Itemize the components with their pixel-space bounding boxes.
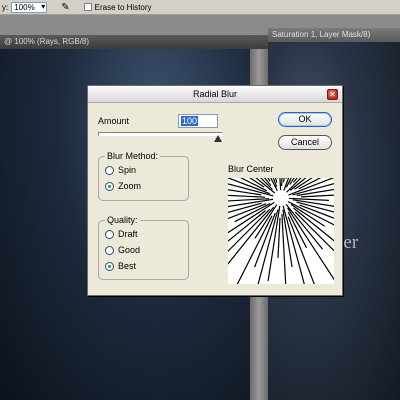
document-title-left[interactable]: @ 100% (Rays, RGB/8) [0,35,268,49]
blur-method-spin-option[interactable]: Spin [105,165,136,175]
opacity-label: y: [2,2,9,12]
amount-input[interactable]: 100 [178,114,218,128]
radio-best[interactable] [105,261,114,271]
amount-slider-track[interactable] [98,132,223,136]
airbrush-icon[interactable]: ✎ [61,2,69,13]
blur-streak [225,194,266,198]
amount-value: 100 [181,116,199,126]
radio-zoom[interactable] [105,181,114,191]
best-label: Best [118,261,137,271]
cancel-button[interactable]: Cancel [278,135,332,150]
document-title-right[interactable]: Saturation 1, Layer Mask/8) [268,28,400,42]
zoom-label: Zoom [118,181,142,191]
blur-streak [228,215,273,300]
radio-spin[interactable] [105,165,114,175]
blur-center-preview[interactable] [153,70,400,319]
opacity-select[interactable]: 100% [11,1,48,13]
close-icon[interactable]: ✕ [327,89,338,100]
quality-good-option[interactable]: Good [105,245,140,255]
blur-method-group: Blur Method: Spin Zoom [98,151,189,201]
quality-draft-option[interactable]: Draft [105,229,138,239]
good-label: Good [118,245,141,255]
quality-group: Quality: Draft Good Best [98,215,189,280]
erase-to-history-label: Erase to History [94,2,152,12]
options-bar: y: 100% ✎ Erase to History [0,0,400,15]
draft-label: Draft [118,229,138,239]
radio-good[interactable] [105,245,114,255]
radial-blur-dialog: Radial Blur ✕ Amount 100 OK Cancel Blur … [87,70,400,319]
radio-draft[interactable] [105,229,114,239]
erase-to-history-checkbox[interactable] [83,3,92,11]
quality-best-option[interactable]: Best [105,261,136,271]
blur-streak [282,205,313,314]
dialog-title: Radial Blur [192,89,238,99]
quality-legend: Quality: [105,215,140,225]
blur-center-lines [153,70,400,319]
blur-method-legend: Blur Method: [105,151,161,161]
amount-label: Amount [98,116,130,126]
dialog-titlebar[interactable]: Radial Blur ✕ [88,86,342,103]
amount-slider-thumb[interactable] [214,135,222,142]
blur-method-zoom-option[interactable]: Zoom [105,181,141,191]
blur-center-label: Blur Center [228,164,274,174]
blur-streak [277,217,281,258]
blur-streak [281,213,288,308]
spin-label: Spin [118,165,137,175]
ok-button[interactable]: OK [278,112,332,127]
